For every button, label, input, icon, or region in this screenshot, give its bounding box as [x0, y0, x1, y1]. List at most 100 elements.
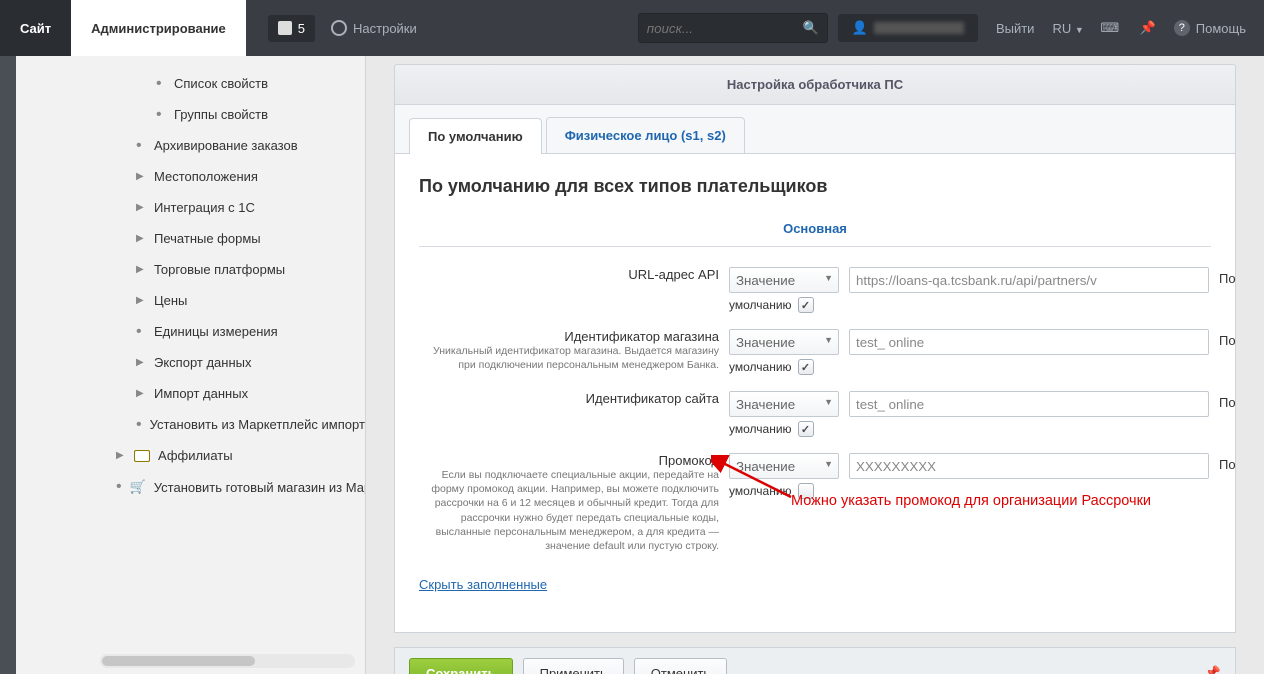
default-prefix: По: [1219, 329, 1259, 348]
bullet-icon: •: [136, 327, 146, 337]
user-icon: 👤: [852, 20, 868, 36]
sidebar-item-label: Местоположения: [154, 169, 258, 184]
default-checkbox[interactable]: [798, 421, 814, 437]
sidebar-item-label: Список свойств: [174, 76, 268, 91]
sidebar-item[interactable]: ▶Интеграция с 1С: [16, 192, 365, 223]
content: Настройка обработчика ПС По умолчаниюФиз…: [366, 56, 1264, 674]
user-chip[interactable]: 👤: [838, 14, 978, 42]
value-select[interactable]: Значение: [729, 329, 839, 355]
sidebar-item[interactable]: • Группы свойств: [16, 99, 365, 130]
action-bar: Сохранить Применить Отменить 📌: [394, 647, 1236, 674]
cancel-button[interactable]: Отменить: [634, 658, 727, 674]
bullet-icon: •: [136, 141, 146, 151]
topbar: Сайт Администрирование 5 Настройки 🔍 👤 В…: [0, 0, 1264, 56]
action-pin-icon[interactable]: 📌: [1205, 665, 1221, 674]
sidebar-item-label: Установить готовый магазин из Маркетплей…: [154, 480, 366, 495]
chevron-right-icon: ▶: [136, 295, 146, 306]
save-button[interactable]: Сохранить: [409, 658, 513, 674]
notification-badge[interactable]: 5: [268, 15, 315, 42]
sidebar-item-label: Печатные формы: [154, 231, 261, 246]
gear-icon: [331, 20, 347, 36]
chevron-right-icon: ▶: [136, 171, 146, 182]
value-input[interactable]: [849, 329, 1209, 355]
default-prefix: По: [1219, 453, 1259, 472]
form-row: Идентификатор магазинаУникальный идентиф…: [419, 323, 1211, 385]
annotation-text: Можно указать промокод для организации Р…: [791, 491, 1221, 511]
default-checkbox[interactable]: [798, 359, 814, 375]
search-input[interactable]: [647, 21, 803, 36]
default-label: умолчанию: [729, 360, 792, 374]
chevron-right-icon: ▶: [136, 357, 146, 368]
default-prefix: По: [1219, 391, 1259, 410]
form-row: Идентификатор сайтаЗначениеумолчанию По: [419, 385, 1211, 447]
section-title: Основная: [419, 211, 1211, 247]
chevron-right-icon: ▶: [116, 450, 126, 461]
value-select[interactable]: Значение: [729, 391, 839, 417]
field-label: Идентификатор сайта: [419, 391, 719, 406]
sidebar-scrollbar[interactable]: [100, 654, 355, 668]
sidebar-item-label: Импорт данных: [154, 386, 248, 401]
logout-link[interactable]: Выйти: [996, 21, 1035, 36]
field-label: Промокод: [419, 453, 719, 468]
search-icon[interactable]: 🔍: [803, 20, 819, 36]
sidebar-item-label: Интеграция с 1С: [154, 200, 255, 215]
field-label: Идентификатор магазина: [419, 329, 719, 344]
default-label: умолчанию: [729, 298, 792, 312]
sidebar-item-label: Единицы измерения: [154, 324, 278, 339]
sidebar-item[interactable]: ▶Торговые платформы: [16, 254, 365, 285]
default-checkbox[interactable]: [798, 297, 814, 313]
sidebar-item[interactable]: ▶ Экспорт данных: [16, 347, 365, 378]
settings-link[interactable]: Настройки: [331, 20, 417, 36]
sidebar-item[interactable]: • Единицы измерения: [16, 316, 365, 347]
sidebar-item[interactable]: ▶ Печатные формы: [16, 223, 365, 254]
sidebar-item[interactable]: •Установить из Маркетплейс импорт/экспор…: [16, 409, 365, 440]
tab[interactable]: По умолчанию: [409, 118, 542, 154]
value-select[interactable]: Значение: [729, 267, 839, 293]
bullet-icon: •: [156, 110, 166, 120]
sidebar-item-label: Группы свойств: [174, 107, 268, 122]
value-input[interactable]: [849, 391, 1209, 417]
sidebar-item[interactable]: ▶ Импорт данных: [16, 378, 365, 409]
sidebar-item[interactable]: ▶ Местоположения: [16, 161, 365, 192]
value-input[interactable]: [849, 453, 1209, 479]
default-prefix: По: [1219, 267, 1259, 286]
sidebar-item[interactable]: •🛒Установить готовый магазин из Маркетпл…: [16, 471, 365, 503]
language-selector[interactable]: RU ▼: [1052, 21, 1083, 36]
chevron-right-icon: ▶: [136, 388, 146, 399]
side-rail: [0, 56, 16, 674]
annotation-arrow-icon: [711, 455, 801, 505]
pin-icon[interactable]: 📌: [1136, 16, 1160, 40]
notification-icon: [278, 21, 292, 35]
sidebar-item-label: Цены: [154, 293, 187, 308]
help-icon: ?: [1174, 20, 1190, 36]
value-input[interactable]: [849, 267, 1209, 293]
sidebar-item[interactable]: • Архивирование заказов: [16, 130, 365, 161]
bullet-icon: •: [156, 79, 166, 89]
tab[interactable]: Физическое лицо (s1, s2): [546, 117, 745, 153]
help-link[interactable]: ? Помощь: [1174, 20, 1246, 36]
sidebar-item-label: Экспорт данных: [154, 355, 251, 370]
bullet-icon: •: [136, 420, 142, 430]
notification-count: 5: [298, 21, 305, 36]
sidebar-item[interactable]: • Список свойств: [16, 68, 365, 99]
tab-admin[interactable]: Администрирование: [71, 0, 246, 56]
chevron-right-icon: ▶: [136, 233, 146, 244]
sidebar-item[interactable]: ▶ Аффилиаты: [16, 440, 365, 471]
keyboard-icon[interactable]: ⌨: [1098, 16, 1122, 40]
apply-button[interactable]: Применить: [523, 658, 624, 674]
tabs-row: По умолчаниюФизическое лицо (s1, s2): [394, 105, 1236, 154]
panel-body: По умолчанию для всех типов плательщиков…: [394, 154, 1236, 633]
panel-header: Настройка обработчика ПС: [394, 64, 1236, 105]
sidebar-item-label: Аффилиаты: [158, 448, 233, 463]
default-label: умолчанию: [729, 422, 792, 436]
sidebar-item[interactable]: ▶ Цены: [16, 285, 365, 316]
sidebar: • Список свойств • Группы свойств • Архивиров…: [16, 56, 366, 674]
affiliates-icon: [134, 450, 150, 462]
tab-site[interactable]: Сайт: [0, 0, 71, 56]
form-row: URL-адрес APIЗначениеумолчанию По: [419, 261, 1211, 323]
bullet-icon: •: [116, 482, 122, 492]
hide-filled-link[interactable]: Скрыть заполненные: [419, 577, 547, 592]
panel-title: По умолчанию для всех типов плательщиков: [419, 176, 1211, 197]
sidebar-item-label: Архивирование заказов: [154, 138, 298, 153]
search-box[interactable]: 🔍: [638, 13, 828, 43]
